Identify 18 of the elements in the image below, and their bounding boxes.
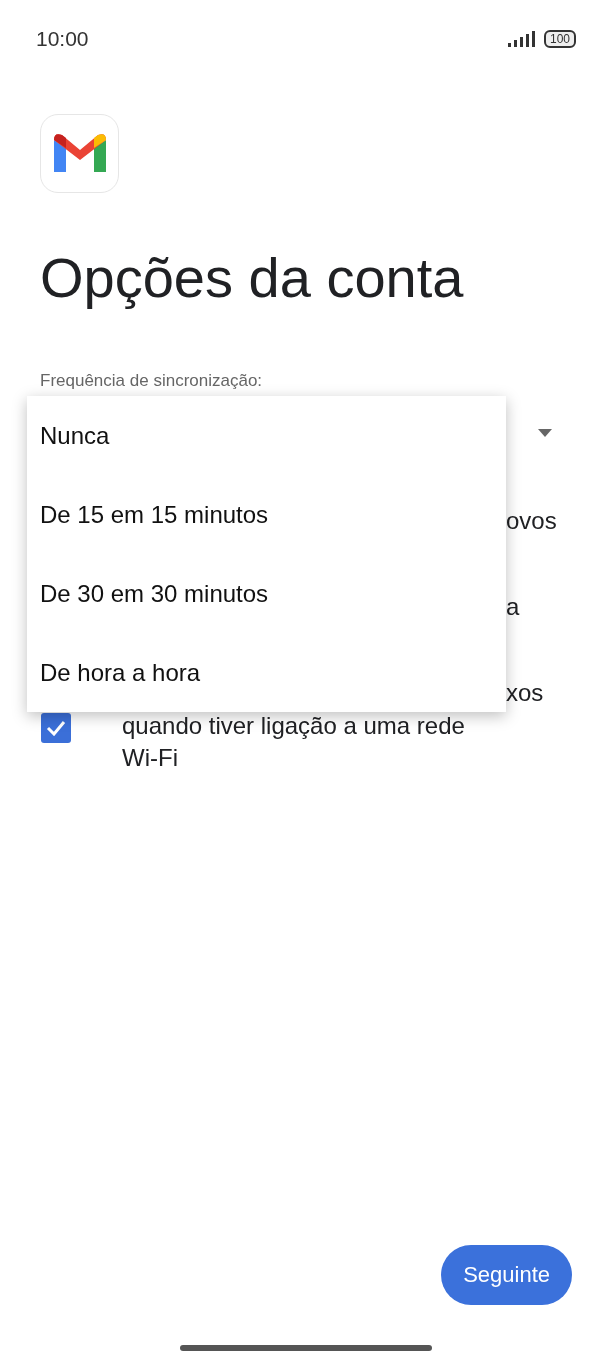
dropdown-arrow-icon <box>538 429 552 437</box>
menu-item[interactable]: De 30 em 30 minutos <box>27 554 506 633</box>
battery-indicator: 100 <box>543 30 576 48</box>
field-label: Frequência de sincronização: <box>40 370 263 392</box>
option-text: Wi-Fi <box>122 743 178 773</box>
page-title: Opções da conta <box>40 245 465 311</box>
next-button[interactable]: Seguinte <box>441 1245 572 1305</box>
check-icon <box>46 720 66 736</box>
option-text: quando tiver ligação a uma rede <box>122 711 465 741</box>
menu-item[interactable]: De hora a hora <box>27 633 506 712</box>
option-text: a <box>506 593 520 621</box>
option-text: xos <box>506 679 544 707</box>
menu-item[interactable]: Nunca <box>27 396 506 475</box>
option-text: ovos <box>506 507 557 535</box>
status-time: 10:00 <box>36 27 89 51</box>
signal-icon <box>507 31 536 47</box>
checkbox[interactable] <box>41 713 71 743</box>
menu-item[interactable]: De 15 em 15 minutos <box>27 475 506 554</box>
